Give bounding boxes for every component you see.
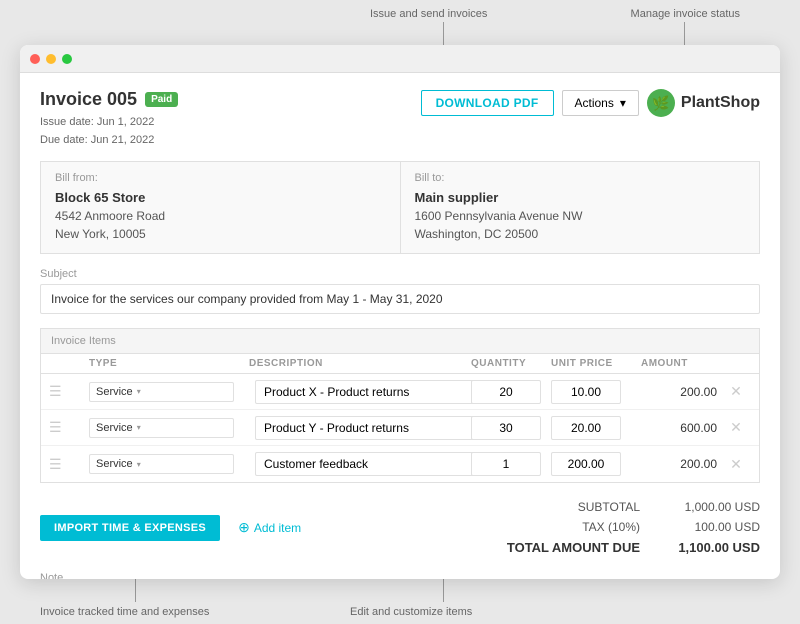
col-unit-price: UNIT PRICE (551, 358, 641, 369)
col-amount: AMOUNT (641, 358, 721, 369)
subtotal-row: SUBTOTAL 1,000.00 USD (507, 497, 760, 517)
quantity-input-2[interactable] (471, 416, 541, 440)
invoice-header: Invoice 005 Paid Issue date: Jun 1, 2022… (40, 89, 760, 149)
import-time-expenses-button[interactable]: IMPORT TIME & EXPENSES (40, 515, 220, 541)
logo-icon: 🌿 (647, 89, 675, 117)
annotation-time-expenses: Invoice tracked time and expenses (40, 606, 209, 618)
col-type: TYPE (89, 358, 249, 369)
service-select-2[interactable]: Service ▾ (89, 418, 234, 438)
remove-button-3[interactable]: ✕ (721, 456, 751, 473)
actions-button[interactable]: Actions ▾ (562, 90, 639, 116)
maximize-dot[interactable] (62, 54, 72, 64)
quantity-input-3[interactable] (471, 452, 541, 476)
header-actions: DOWNLOAD PDF Actions ▾ 🌿 PlantShop (421, 89, 760, 117)
invoice-content: Invoice 005 Paid Issue date: Jun 1, 2022… (20, 73, 780, 579)
plus-icon: ⊕ (238, 519, 250, 536)
minimize-dot[interactable] (46, 54, 56, 64)
items-columns-header: TYPE DESCRIPTION QUANTITY UNIT PRICE AMO… (41, 354, 759, 374)
title-bar (20, 45, 780, 73)
subtotal-value: 1,000.00 USD (660, 500, 760, 514)
logo-area: 🌿 PlantShop (647, 89, 760, 117)
drag-handle-1[interactable]: ☰ (49, 383, 89, 400)
service-select-1[interactable]: Service ▾ (89, 382, 234, 402)
amount-2: 600.00 (641, 421, 721, 435)
subject-label: Subject (40, 268, 760, 280)
note-label: Note (40, 572, 760, 579)
paid-badge: Paid (145, 92, 178, 107)
invoice-title: Invoice 005 Paid (40, 89, 178, 110)
table-row: ☰ Service ▾ 200.00 ✕ (41, 446, 759, 482)
bill-from-name: Block 65 Store (55, 190, 386, 205)
remove-button-2[interactable]: ✕ (721, 419, 751, 436)
bill-from: Bill from: Block 65 Store 4542 Anmoore R… (41, 162, 401, 253)
description-input-2[interactable] (255, 416, 477, 440)
invoice-number: Invoice 005 (40, 89, 137, 110)
tax-value: 100.00 USD (660, 520, 760, 534)
table-row: ☰ Service ▾ 200.00 ✕ (41, 374, 759, 410)
total-amount-label: TOTAL AMOUNT DUE (507, 540, 640, 555)
invoice-items-section: Invoice Items TYPE DESCRIPTION QUANTITY … (40, 328, 760, 483)
col-description: DESCRIPTION (249, 358, 471, 369)
remove-button-1[interactable]: ✕ (721, 383, 751, 400)
subtotal-label: SUBTOTAL (520, 500, 640, 514)
amount-1: 200.00 (641, 385, 721, 399)
description-input-1[interactable] (255, 380, 477, 404)
download-pdf-button[interactable]: DOWNLOAD PDF (421, 90, 554, 116)
subject-input[interactable] (40, 284, 760, 314)
annotation-manage-status: Manage invoice status (631, 8, 740, 20)
date-info: Issue date: Jun 1, 2022 Due date: Jun 21… (40, 114, 178, 149)
bill-to-label: Bill to: (415, 172, 746, 184)
chevron-down-icon: ▾ (137, 460, 141, 469)
browser-window: Invoice 005 Paid Issue date: Jun 1, 2022… (20, 45, 780, 579)
bill-to: Bill to: Main supplier 1600 Pennsylvania… (401, 162, 760, 253)
service-select-3[interactable]: Service ▾ (89, 454, 234, 474)
price-input-3[interactable] (551, 452, 621, 476)
description-input-3[interactable] (255, 452, 477, 476)
note-section: Note Let us know if you need any help wi… (40, 572, 760, 579)
chevron-down-icon: ▾ (137, 423, 141, 432)
tax-label: TAX (10%) (520, 520, 640, 534)
subject-section: Subject (40, 268, 760, 314)
invoice-title-area: Invoice 005 Paid Issue date: Jun 1, 2022… (40, 89, 178, 149)
left-actions: IMPORT TIME & EXPENSES ⊕ Add item (40, 512, 311, 543)
billing-section: Bill from: Block 65 Store 4542 Anmoore R… (40, 161, 760, 254)
total-row: TOTAL AMOUNT DUE 1,100.00 USD (507, 537, 760, 558)
items-section-label: Invoice Items (41, 329, 759, 354)
actions-label: Actions (575, 96, 614, 110)
bill-to-address: 1600 Pennsylvania Avenue NW Washington, … (415, 207, 746, 243)
bill-to-name: Main supplier (415, 190, 746, 205)
tax-row: TAX (10%) 100.00 USD (507, 517, 760, 537)
close-dot[interactable] (30, 54, 40, 64)
col-quantity: QUANTITY (471, 358, 551, 369)
bill-from-label: Bill from: (55, 172, 386, 184)
issue-date: Issue date: Jun 1, 2022 (40, 114, 178, 132)
bill-from-address: 4542 Anmoore Road New York, 10005 (55, 207, 386, 243)
add-item-label: Add item (254, 521, 301, 535)
chevron-down-icon: ▾ (620, 96, 626, 110)
totals-area: SUBTOTAL 1,000.00 USD TAX (10%) 100.00 U… (507, 497, 760, 558)
chevron-down-icon: ▾ (137, 387, 141, 396)
price-input-1[interactable] (551, 380, 621, 404)
due-date: Due date: Jun 21, 2022 (40, 132, 178, 150)
drag-handle-2[interactable]: ☰ (49, 419, 89, 436)
logo-text: PlantShop (681, 94, 760, 112)
table-row: ☰ Service ▾ 600.00 ✕ (41, 410, 759, 446)
add-item-button[interactable]: ⊕ Add item (228, 512, 311, 543)
price-input-2[interactable] (551, 416, 621, 440)
bottom-bar: IMPORT TIME & EXPENSES ⊕ Add item SUBTOT… (40, 497, 760, 558)
annotation-issue-send: Issue and send invoices (370, 8, 487, 20)
quantity-input-1[interactable] (471, 380, 541, 404)
amount-3: 200.00 (641, 457, 721, 471)
total-amount-value: 1,100.00 USD (660, 540, 760, 555)
drag-handle-3[interactable]: ☰ (49, 456, 89, 473)
annotation-edit-items: Edit and customize items (350, 606, 472, 618)
